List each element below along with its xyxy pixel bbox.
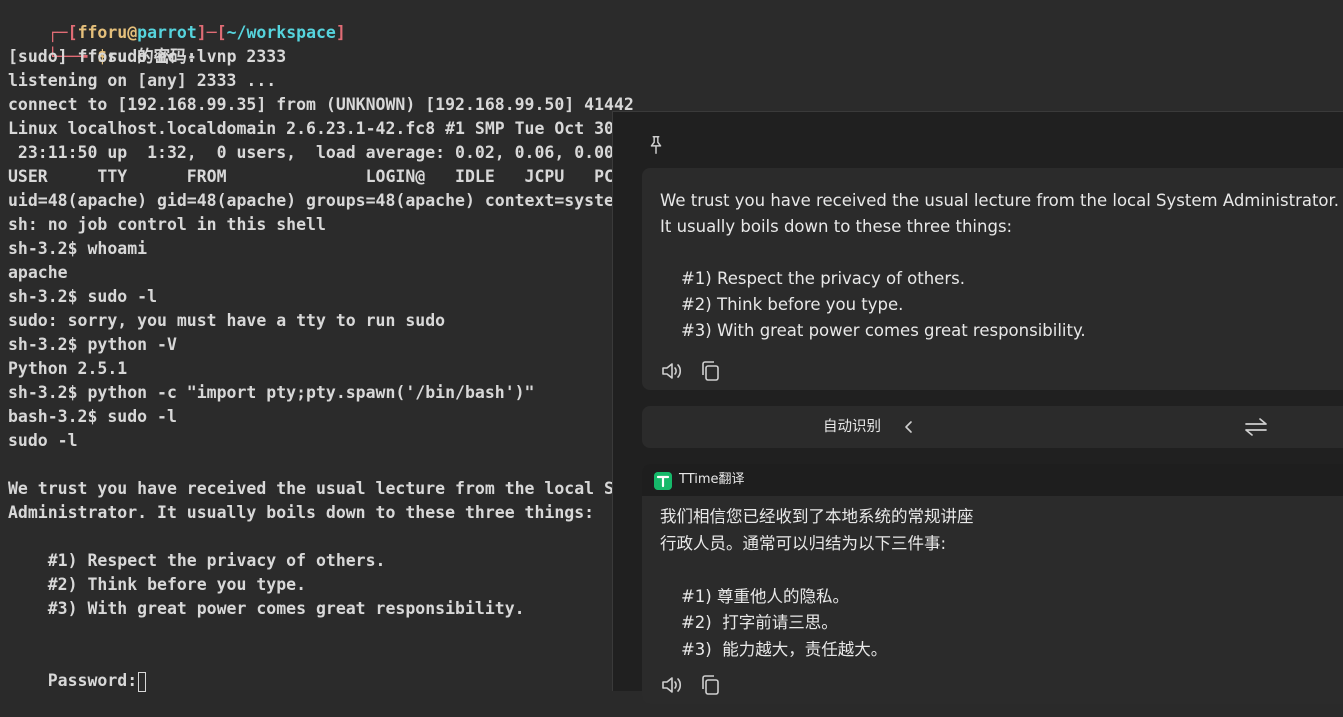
terminal-line: connect to [192.168.99.35] from (UNKNOWN… xyxy=(8,95,634,114)
terminal-line: listening on [any] 2333 ... xyxy=(8,71,277,90)
terminal-line: #3) With great power comes great respons… xyxy=(8,599,525,618)
terminal-line: sh-3.2$ sudo -l xyxy=(8,287,158,306)
pin-icon[interactable] xyxy=(645,134,667,156)
terminal-line: [sudo] fforu 的密码: xyxy=(8,47,197,66)
result-header: TTime翻译 xyxy=(642,464,1343,496)
source-actions xyxy=(660,360,733,382)
swap-icon[interactable] xyxy=(1242,415,1270,439)
terminal-line: We trust you have received the usual lec… xyxy=(8,479,614,498)
language-bar: 自动识别 xyxy=(642,406,1343,448)
engine-name: TTime翻译 xyxy=(679,472,745,487)
prompt-line-1: ┌─[fforu@parrot]─[~/workspace] xyxy=(8,0,346,42)
terminal-line: bash-3.2$ sudo -l xyxy=(8,407,177,426)
terminal-cursor xyxy=(138,671,147,692)
terminal-line: sudo: sorry, you must have a tty to run … xyxy=(8,311,446,330)
terminal-line: sh: no job control in this shell xyxy=(8,215,326,234)
translator-panel: We trust you have received the usual lec… xyxy=(612,111,1343,704)
terminal-line: apache xyxy=(8,263,68,282)
source-text-card: We trust you have received the usual lec… xyxy=(642,168,1343,390)
terminal-line: Linux localhost.localdomain 2.6.23.1-42.… xyxy=(8,119,614,138)
terminal-line: Administrator. It usually boils down to … xyxy=(8,503,595,522)
terminal-line: sudo -l xyxy=(8,431,78,450)
terminal-line: sh-3.2$ python -c "import pty;pty.spawn(… xyxy=(8,383,535,402)
speaker-icon[interactable] xyxy=(660,674,684,696)
terminal-line: sh-3.2$ python -V xyxy=(8,335,177,354)
terminal-line: USER TTY FROM LOGIN@ IDLE JCPU PC xyxy=(8,167,614,186)
terminal-line: sh-3.2$ whoami xyxy=(8,239,148,258)
password-prompt: Password: xyxy=(47,671,138,690)
chevron-left-icon[interactable] xyxy=(902,418,916,436)
copy-icon[interactable] xyxy=(699,360,723,382)
result-actions xyxy=(660,674,733,696)
terminal-line: uid=48(apache) gid=48(apache) groups=48(… xyxy=(8,191,614,210)
source-text[interactable]: We trust you have received the usual lec… xyxy=(660,188,1340,344)
speaker-icon[interactable] xyxy=(660,360,684,382)
terminal-line: 23:11:50 up 1:32, 0 users, load average:… xyxy=(8,143,614,162)
ttime-logo-icon xyxy=(654,472,672,490)
prompt-line-2: └──╼ $sudo nc -lvnp 2333 xyxy=(8,21,286,66)
password-line[interactable]: Password: xyxy=(8,645,147,692)
terminal-line: Python 2.5.1 xyxy=(8,359,128,378)
copy-icon[interactable] xyxy=(699,674,723,696)
result-text[interactable]: 我们相信您已经收到了本地系统的常规讲座 行政人员。通常可以归结为以下三件事: #… xyxy=(660,504,1340,663)
terminal-line: #2) Think before you type. xyxy=(8,575,307,594)
result-card: TTime翻译 我们相信您已经收到了本地系统的常规讲座 行政人员。通常可以归结为… xyxy=(642,464,1343,704)
prompt-box-end: ] xyxy=(335,23,346,42)
terminal-line: #1) Respect the privacy of others. xyxy=(8,551,386,570)
source-language-select[interactable]: 自动识别 xyxy=(823,406,881,448)
